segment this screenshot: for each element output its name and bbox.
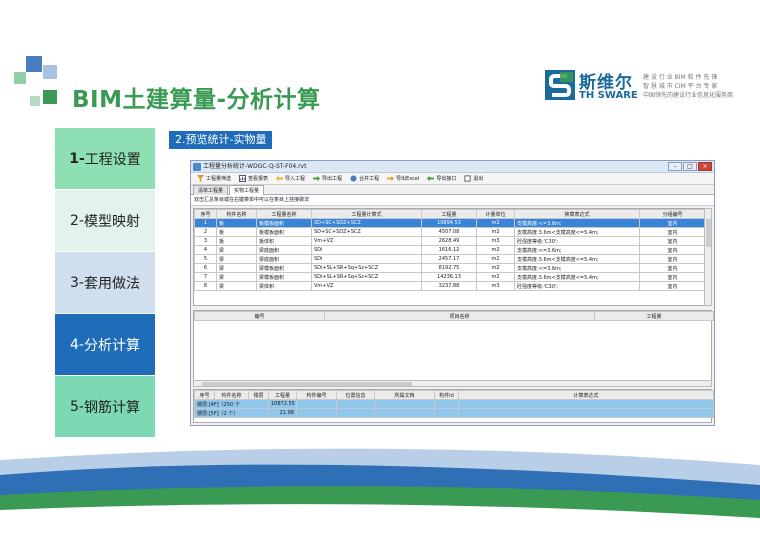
- window-controls: – □ ×: [668, 162, 712, 171]
- logo-tagline: 中国领先的建设行业信息化服务商: [643, 92, 734, 99]
- tab-bar: 清单工程量 实物工程量: [191, 185, 714, 195]
- decor-square: [26, 56, 42, 72]
- slide-title: BIM土建算量-分析计算: [72, 87, 321, 113]
- decor-square: [14, 72, 26, 84]
- table-row[interactable]: 4 梁梁底面积 SDi 1616.12 m2 支模高度:<=3.6m; 室内: [194, 245, 705, 255]
- table-row[interactable]: 3 板板体积 Vm+VZ 2628.49 m3 砼强度等级:'C30'; 室内: [194, 236, 705, 246]
- report-icon: [239, 175, 247, 182]
- section-label: 2.预览统计-实物量: [169, 131, 273, 149]
- tab-bill-quantity[interactable]: 清单工程量: [193, 185, 229, 195]
- table-row[interactable]: 8 梁梁体积 Vm+VZ 3237.88 m3 砼强度等级:'C30'; 室内: [194, 281, 705, 291]
- decor-square: [30, 96, 40, 106]
- logo-name-en: TH SWARE: [579, 90, 638, 101]
- vertical-scrollbar[interactable]: [704, 208, 712, 306]
- nav-item-project-settings[interactable]: 1- 工程设置: [55, 128, 155, 190]
- toolbar-exit-button[interactable]: 退出: [461, 175, 486, 182]
- minimize-button[interactable]: –: [668, 162, 682, 171]
- toolbar-merge-button[interactable]: 合并工程: [347, 175, 382, 182]
- scrollbar-thumb[interactable]: [706, 219, 711, 247]
- quantity-summary-table: 序号 构件名称 工程量名称 工程量计算式 工程量 计量单位 换算表达式 分组编号…: [193, 208, 706, 306]
- interface-icon: [427, 175, 435, 182]
- component-detail-table: 序号 构件名称 楼层 工程量 构件编号 位置信息 所属文档 构件Id 计算表达式…: [193, 389, 714, 423]
- table-row[interactable]: 1 板板模板面积 SD+SC+SDZ+SCZ 10894.53 m2 支模高度:<=3.6…: [194, 218, 705, 228]
- logo-tagline: 智 慧 城 市 CIM 平 台 专 家: [643, 83, 718, 90]
- table-row[interactable]: 2 板板模板面积 SD+SC+SDZ+SCZ 4507.08 m2 支模高度:3.6m<支…: [194, 227, 705, 237]
- decor-square: [43, 65, 57, 79]
- funnel-icon: [197, 175, 204, 182]
- app-window: 工程量分析统计-WDGC-Q-ST-F04.rvt – □ × 工程量筛选 查看…: [190, 160, 715, 426]
- excel-icon: [387, 175, 395, 182]
- toolbar-report-button[interactable]: 查看报表: [236, 175, 271, 182]
- logo-tagline: 建 设 行 业 BIM 软 件 先 锋: [643, 74, 718, 81]
- table-header-row: 序号 构件名称 楼层 工程量 构件编号 位置信息 所属文档 构件Id 计算表达式: [194, 390, 714, 400]
- arrow-right-icon: [313, 175, 321, 182]
- scrollbar-thumb[interactable]: [202, 382, 412, 386]
- floor-group-row[interactable]: 楼层:[4F]（250 个 10872.55: [194, 399, 714, 409]
- toolbar-export-excel-button[interactable]: 导出Excel: [384, 175, 422, 182]
- step-nav: 1- 工程设置 2- 模型映射 3- 套用做法 4- 分析计算 5- 钢筋计算: [55, 128, 155, 438]
- table-row[interactable]: 6 梁梁模板面积 SDi+SL+SR+Sq+Sz+SCZ 8192.75 m2 支模高度:…: [194, 263, 705, 273]
- close-button[interactable]: ×: [698, 162, 712, 171]
- toolbar-export-interface-button[interactable]: 导出接口: [424, 175, 459, 182]
- nav-item-analysis[interactable]: 4- 分析计算: [55, 314, 155, 376]
- window-title: 工程量分析统计-WDGC-Q-ST-F04.rvt: [203, 163, 307, 170]
- merge-icon: [350, 175, 357, 182]
- app-icon: [193, 163, 201, 171]
- toolbar-import-button[interactable]: 导入工程: [273, 175, 308, 182]
- floor-group-row[interactable]: 楼层:[5F]（2 个） 21.98: [194, 408, 714, 418]
- company-logo: 斯维尔 TH SWARE 建 设 行 业 BIM 软 件 先 锋 智 慧 城 市…: [545, 70, 755, 104]
- table-header-row: 编号 项目名称 工程量: [194, 311, 714, 321]
- maximize-button[interactable]: □: [683, 162, 697, 171]
- slide: BIM土建算量-分析计算 斯维尔 TH SWARE 建 设 行 业 BIM 软 …: [0, 0, 760, 537]
- toolbar-filter-button[interactable]: 工程量筛选: [194, 175, 234, 182]
- table-header-row: 序号 构件名称 工程量名称 工程量计算式 工程量 计量单位 换算表达式 分组编号: [194, 209, 705, 219]
- tab-physical-quantity[interactable]: 实物工程量: [229, 185, 265, 195]
- nav-item-model-mapping[interactable]: 2- 模型映射: [55, 190, 155, 252]
- horizontal-scrollbar[interactable]: [193, 380, 712, 387]
- logo-mark-icon: [545, 70, 575, 100]
- table-row[interactable]: 5 梁梁底面积 SDi 2457.17 m2 支模高度:3.6m<支模高度<=5.4m; 室…: [194, 254, 705, 264]
- decor-square: [43, 90, 57, 104]
- table-row[interactable]: 7 梁梁模板面积 SDi+SL+SR+Sq+Sz+SCZ 14236.13 m2 支模高度…: [194, 272, 705, 282]
- method-table: 编号 项目名称 工程量: [193, 310, 714, 382]
- arrow-left-icon: [276, 175, 284, 182]
- toolbar-export-button[interactable]: 导出工程: [310, 175, 345, 182]
- toolbar: 工程量筛选 查看报表 导入工程 导出工程 合并工程 导出Excel 导出接口 退…: [191, 173, 714, 185]
- hint-text: 双击汇总条目或在右键菜单中可以在条目上挂接做法: [191, 195, 714, 206]
- footer-wave: [0, 448, 760, 537]
- nav-item-apply-method[interactable]: 3- 套用做法: [55, 252, 155, 314]
- nav-item-rebar[interactable]: 5- 钢筋计算: [55, 376, 155, 438]
- window-titlebar: 工程量分析统计-WDGC-Q-ST-F04.rvt – □ ×: [191, 161, 714, 173]
- exit-icon: [464, 175, 471, 182]
